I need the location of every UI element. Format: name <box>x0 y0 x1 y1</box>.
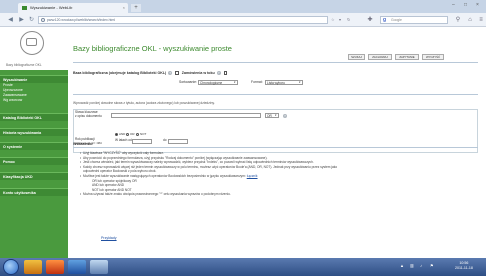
maximize-icon[interactable]: □ <box>464 2 467 8</box>
page: Bazy bibliograficzne OKL Wyszukiwanie Pr… <box>0 28 486 258</box>
tips-heading: Wskazówki: <box>73 142 94 146</box>
volume-icon[interactable]: ♪ <box>420 263 422 268</box>
help-question-icon[interactable]: ? <box>168 71 173 76</box>
forward-icon[interactable]: ▶ <box>17 16 26 24</box>
sidebar-item-catalog[interactable]: Katalog Biblioteki OKL <box>0 113 68 121</box>
sidebar-item-help[interactable]: Pomoc <box>0 157 68 165</box>
refresh-icon[interactable]: ↻ <box>347 17 350 22</box>
sidebar-item-history[interactable]: Historia wyszukiwania <box>0 128 68 136</box>
browser-tab-bar: Wyszukiwanie - WebLib × + – □ × <box>0 0 486 13</box>
firefox-app-icon[interactable] <box>46 260 64 274</box>
radio-not[interactable]: NOT <box>136 132 146 136</box>
clock[interactable]: 10:56 2011-11-18 <box>455 261 473 271</box>
bookmark-star-icon[interactable]: ☆ <box>331 17 335 22</box>
web-search-box[interactable]: g Google <box>380 16 448 24</box>
examples-link[interactable]: Przykłady <box>101 236 117 240</box>
radio-not-dot[interactable] <box>136 132 139 136</box>
dropdown-arrow-icon[interactable]: ▾ <box>339 17 341 22</box>
range-from-label: W latach od <box>115 138 132 142</box>
radio-or-dot[interactable] <box>126 132 129 136</box>
explorer-app-icon[interactable] <box>24 260 42 274</box>
logo-area: Bazy bibliograficzne OKL <box>0 28 68 70</box>
new-tab-button[interactable]: + <box>131 4 141 12</box>
okl-logo-icon <box>20 31 44 55</box>
keywords-help-icon[interactable]: ? <box>283 113 287 118</box>
save-button[interactable]: ZACHOWAJ <box>368 54 392 60</box>
app-icon[interactable] <box>68 260 86 274</box>
search-placeholder: Google <box>391 18 402 22</box>
browser-tab[interactable]: Wyszukiwanie - WebLib × <box>18 3 128 13</box>
orders-label: Zamówienia w toku <box>181 71 215 75</box>
favicon-icon <box>22 6 27 10</box>
tip-link[interactable]: Łącznik <box>247 174 258 178</box>
clear-button[interactable]: WYCZYŚĆ <box>422 54 444 60</box>
app-icon[interactable] <box>90 260 108 274</box>
query-button[interactable]: ZAPYTANIE <box>395 54 419 60</box>
radio-and-dot[interactable] <box>115 132 118 136</box>
search-hint: Wprowadź poniżej dowolne słowa z tytułu,… <box>73 101 215 105</box>
database-row: Baza bibliograficzna (obejmuje katalog B… <box>73 71 228 76</box>
sort-select[interactable]: Chronologiczne <box>198 80 238 85</box>
sort-label: Sortowanie: <box>179 80 197 84</box>
start-button[interactable] <box>3 259 19 275</box>
taskbar: ▲ ▥ ♪ ⚑ 10:56 2011-11-18 <box>0 258 486 276</box>
sidebar-subitem-patterns[interactable]: Wg wzorcow <box>3 98 22 103</box>
sidebar-item-about[interactable]: O systemie <box>0 142 68 150</box>
home-icon[interactable]: ⌂ <box>466 16 474 24</box>
keywords-sublabel: z opisu dokumentu <box>75 114 102 118</box>
format-label: Format: <box>251 80 263 84</box>
address-bar[interactable]: pwsz120.wroclaw.pl/weblib/search/index.h… <box>38 16 328 24</box>
flag-icon[interactable]: ⚑ <box>430 263 434 268</box>
radio-or[interactable]: OR <box>126 132 135 136</box>
keywords-input[interactable] <box>111 113 261 118</box>
orders-checkbox[interactable] <box>223 71 228 75</box>
sidebar-item-search[interactable]: Wyszukiwanie <box>0 75 68 83</box>
year-to-input[interactable] <box>168 139 188 144</box>
database-checkbox[interactable] <box>175 71 179 75</box>
orders-help-icon[interactable]: ? <box>216 71 221 76</box>
menu-icon[interactable]: ≡ <box>477 16 485 24</box>
network-icon[interactable]: ▥ <box>410 263 414 268</box>
divider <box>73 62 478 63</box>
addon-icon[interactable]: ✚ <box>366 16 374 24</box>
sidebar-item-account[interactable]: Konto użytkownika <box>0 188 68 196</box>
tab-close-icon[interactable]: × <box>123 3 125 13</box>
sidebar-item-ukd[interactable]: Klasyfikacja UKD <box>0 172 68 180</box>
main-content: Bazy bibliograficzne OKL - wyszukiwanie … <box>68 28 486 258</box>
sidebar: Bazy bibliograficzne OKL Wyszukiwanie Pr… <box>0 28 68 258</box>
search-button[interactable]: SZUKAJ <box>348 54 365 60</box>
magnifier-icon[interactable]: ⚲ <box>454 16 462 24</box>
tab-title: Wyszukiwanie - WebLib <box>30 5 73 10</box>
clock-date: 2011-11-18 <box>455 266 473 270</box>
divider <box>73 94 478 95</box>
database-label: Baza bibliograficzna (obejmuje katalog B… <box>73 71 167 75</box>
year-from-input[interactable] <box>132 139 152 144</box>
operator-select[interactable]: OR <box>265 113 279 118</box>
back-icon[interactable]: ◀ <box>6 16 15 24</box>
divider <box>73 147 478 148</box>
tips-list: Użyj klawisza "WYCZYŚĆ" aby wyczyścić ca… <box>80 151 480 197</box>
browser-toolbar: ◀ ▶ ↻ pwsz120.wroclaw.pl/weblib/search/i… <box>0 13 486 27</box>
page-title: Bazy bibliograficzne OKL - wyszukiwanie … <box>73 44 232 53</box>
radio-and[interactable]: AND <box>115 132 125 136</box>
tray-icon[interactable]: ▲ <box>400 263 404 268</box>
minimize-icon[interactable]: – <box>452 2 455 8</box>
tip-item: Można używać także znaku obcięcia prawos… <box>80 192 480 197</box>
logo-caption: Bazy bibliograficzne OKL <box>6 63 42 67</box>
globe-icon <box>41 18 45 22</box>
format-select[interactable]: Lista wyboru <box>265 80 303 85</box>
range-to-label: do <box>163 138 167 142</box>
google-icon: g <box>383 17 387 23</box>
close-window-icon[interactable]: × <box>476 2 479 8</box>
reload-icon[interactable]: ↻ <box>27 16 36 24</box>
url-text: pwsz120.wroclaw.pl/weblib/search/index.h… <box>47 18 116 22</box>
